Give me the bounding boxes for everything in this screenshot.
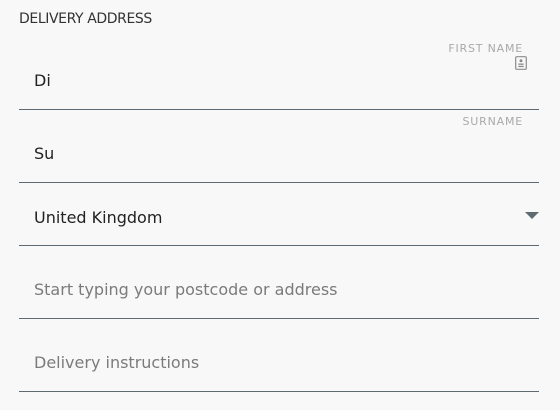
address-field[interactable]: [19, 246, 539, 319]
delivery-address-form: DELIVERY ADDRESS FIRST NAME SURNAME Unit…: [0, 0, 560, 410]
chevron-down-icon[interactable]: [525, 212, 539, 219]
surname-label: SURNAME: [462, 115, 523, 128]
contact-card-icon[interactable]: [515, 56, 527, 70]
delivery-instructions-input[interactable]: [34, 353, 494, 372]
country-value: United Kingdom: [34, 208, 163, 227]
first-name-field[interactable]: FIRST NAME: [19, 37, 539, 110]
delivery-instructions-field[interactable]: [19, 319, 539, 392]
surname-input[interactable]: [34, 144, 494, 163]
first-name-label: FIRST NAME: [448, 42, 523, 55]
country-select[interactable]: United Kingdom: [19, 183, 539, 246]
section-title: DELIVERY ADDRESS: [19, 11, 152, 27]
first-name-input[interactable]: [34, 71, 494, 90]
address-search-input[interactable]: [34, 280, 494, 299]
surname-field[interactable]: SURNAME: [19, 110, 539, 183]
